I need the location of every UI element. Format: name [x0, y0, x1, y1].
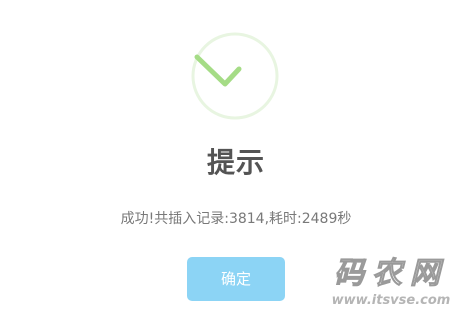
confirm-button[interactable]: 确定 [187, 257, 285, 301]
alert-dialog: 提示 成功!共插入记录:3814,耗时:2489秒 确定 码农网 www.its… [0, 0, 472, 316]
watermark-url: www.itsvse.com [331, 293, 451, 308]
success-check-icon [191, 32, 279, 120]
dialog-title: 提示 [206, 146, 265, 179]
site-watermark: 码农网 www.itsvse.com [316, 256, 466, 312]
dialog-message: 成功!共插入记录:3814,耗时:2489秒 [120, 211, 352, 227]
watermark-logo-text: 码农网 [334, 256, 448, 292]
